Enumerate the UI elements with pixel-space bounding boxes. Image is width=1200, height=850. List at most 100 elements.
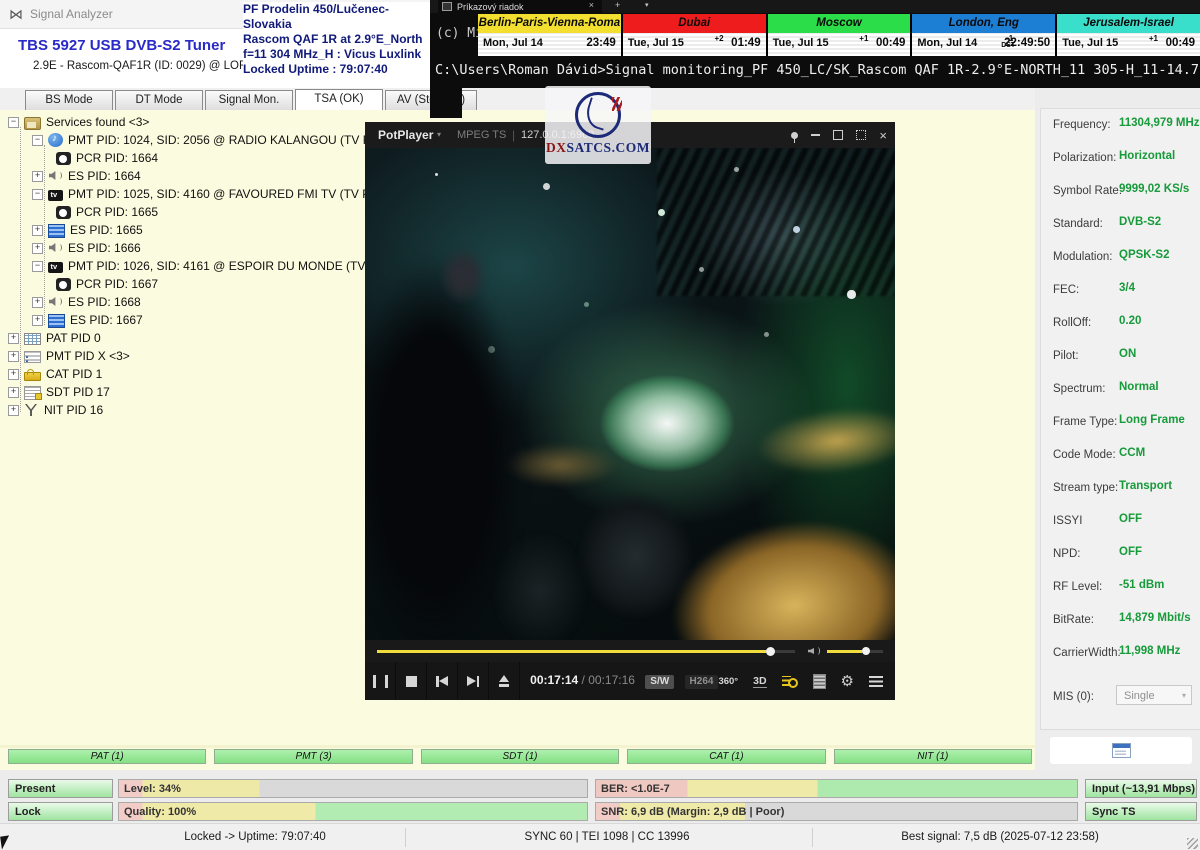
tree-toggle[interactable]: − xyxy=(8,117,19,128)
pcr-clock-icon xyxy=(56,206,71,219)
stream-format: MPEG TS xyxy=(457,129,506,141)
playlist-search-icon[interactable] xyxy=(782,675,798,688)
tree-item-nit[interactable]: + NIT PID 16 xyxy=(8,401,360,419)
close-icon[interactable]: × xyxy=(879,129,887,142)
tab-signal-mon[interactable]: Signal Mon. xyxy=(205,90,293,111)
fullscreen-icon[interactable] xyxy=(856,130,866,140)
tree-item-pmt-1026[interactable]: − PMT PID: 1026, SID: 4161 @ ESPOIR DU M… xyxy=(8,257,360,275)
tree-item-pcr-1667[interactable]: PCR PID: 1667 xyxy=(8,275,360,293)
logo-text: DXSATCS.COM xyxy=(545,140,651,156)
window-title: Signal Analyzer xyxy=(30,7,113,21)
tree-item-sdt[interactable]: + SDT PID 17 xyxy=(8,383,360,401)
eject-icon xyxy=(498,675,510,687)
annotation-note: PF Prodelin 450/Lučenec-Slovakia Rascom … xyxy=(243,2,433,77)
eject-button[interactable] xyxy=(489,662,520,700)
restore-icon[interactable] xyxy=(833,130,843,140)
tree-item-pmt-x[interactable]: + PMT PID X <3> xyxy=(8,347,360,365)
gear-icon[interactable]: ⚙ xyxy=(841,674,854,689)
cat-bar: CAT (1) xyxy=(627,749,825,764)
audio-stream-icon xyxy=(48,241,63,255)
bitrate-value: 14,879 Mbit/s xyxy=(1119,612,1191,624)
terminal-copyright-line: (c) Mi xyxy=(436,26,483,41)
tree-item-es-1665[interactable]: + ES PID: 1665 xyxy=(8,221,360,239)
clock-dubai: Dubai Tue, Jul 15 +2 01:49 xyxy=(623,14,766,56)
potplayer-window: PotPlayer ▾ MPEG TS | 127.0.0.1:6969 × xyxy=(365,122,895,700)
tree-item-es-1668[interactable]: + ES PID: 1668 xyxy=(8,293,360,311)
video-frame-concert[interactable] xyxy=(365,148,895,640)
tab-close-icon[interactable]: × xyxy=(589,0,594,10)
tree-item-cat[interactable]: + CAT PID 1 xyxy=(8,365,360,383)
tree-toggle[interactable]: + xyxy=(8,405,19,416)
view-3d-button[interactable]: 3D xyxy=(753,675,766,688)
tree-toggle[interactable]: − xyxy=(32,261,43,272)
spectrum-value: Normal xyxy=(1119,381,1159,393)
stream-type-value: Transport xyxy=(1119,480,1172,492)
terminal-tab[interactable]: Príkazový riadok × xyxy=(438,0,602,13)
tree-item-es-1666[interactable]: + ES PID: 1666 xyxy=(8,239,360,257)
tree-toggle[interactable]: − xyxy=(32,189,43,200)
tree-item-pcr-1664[interactable]: PCR PID: 1664 xyxy=(8,149,360,167)
tree-toggle[interactable]: + xyxy=(32,243,43,254)
note-line: Rascom QAF 1R at 2.9°E_North xyxy=(243,32,433,47)
terminal-tab-title: Príkazový riadok xyxy=(457,2,524,12)
tree-item-pmt-1024[interactable]: − PMT PID: 1024, SID: 2056 @ RADIO KALAN… xyxy=(8,131,360,149)
tree-item-services-root[interactable]: − Services found <3> xyxy=(8,113,360,131)
services-tree: − Services found <3> − PMT PID: 1024, SI… xyxy=(8,113,360,419)
resize-grip[interactable] xyxy=(1187,838,1198,849)
psi-bars: PAT (1) PMT (3) SDT (1) CAT (1) NIT (1) xyxy=(8,749,1032,764)
clock-jerusalem: Jerusalem-Israel Tue, Jul 15 +1 00:49 xyxy=(1057,14,1200,56)
tree-toggle[interactable]: + xyxy=(8,333,19,344)
pcr-clock-icon xyxy=(56,152,71,165)
tree-toggle[interactable]: + xyxy=(32,297,43,308)
tree-toggle[interactable]: + xyxy=(8,369,19,380)
seek-handle[interactable] xyxy=(766,647,775,656)
seek-bar[interactable] xyxy=(377,650,795,653)
tree-item-pat[interactable]: + PAT PID 0 xyxy=(8,329,360,347)
tree-toggle[interactable]: + xyxy=(32,315,43,326)
tree-item-es-1667[interactable]: + ES PID: 1667 xyxy=(8,311,360,329)
tree-item-pmt-1025[interactable]: − PMT PID: 1025, SID: 4160 @ FAVOURED FM… xyxy=(8,185,360,203)
tab-dt-mode[interactable]: DT Mode xyxy=(115,90,203,111)
next-button[interactable] xyxy=(458,662,489,700)
tab-dropdown-icon[interactable]: ▾ xyxy=(645,1,649,9)
statusbar: Locked -> Uptime: 79:07:40 SYNC 60 | TEI… xyxy=(0,823,1200,850)
tree-toggle[interactable]: + xyxy=(8,351,19,362)
tab-bs-mode[interactable]: BS Mode xyxy=(25,90,113,111)
nit-bar: NIT (1) xyxy=(834,749,1032,764)
tree-item-es-1664[interactable]: + ES PID: 1664 xyxy=(8,167,360,185)
mis-dropdown[interactable]: Single▾ xyxy=(1116,685,1192,705)
tree-toggle[interactable]: + xyxy=(32,171,43,182)
previous-button[interactable] xyxy=(427,662,458,700)
window-button[interactable] xyxy=(1050,737,1192,764)
minimize-icon[interactable] xyxy=(811,134,820,136)
player-app-name[interactable]: PotPlayer xyxy=(378,128,433,142)
volume-icon[interactable] xyxy=(808,646,820,656)
tree-toggle[interactable]: + xyxy=(8,387,19,398)
next-icon xyxy=(467,676,479,687)
audio-stream-icon xyxy=(48,169,63,183)
video-stream-icon xyxy=(48,224,65,238)
tree-item-pcr-1665[interactable]: PCR PID: 1665 xyxy=(8,203,360,221)
terminal-prompt-line[interactable]: C:\Users\Roman Dávid>Signal monitoring_P… xyxy=(435,62,1200,78)
satellite-dish-emblem-icon xyxy=(575,92,621,138)
note-line: Locked Uptime : 79:07:40 xyxy=(243,62,433,77)
stop-button[interactable] xyxy=(396,662,427,700)
volume-slider[interactable] xyxy=(827,650,883,653)
new-tab-icon[interactable]: + xyxy=(615,0,620,10)
tree-toggle[interactable]: + xyxy=(32,225,43,236)
tab-tsa[interactable]: TSA (OK) xyxy=(295,89,383,112)
statusbar-sync-counters: SYNC 60 | TEI 1098 | CC 13996 xyxy=(525,831,690,843)
modulation-value: QPSK-S2 xyxy=(1119,249,1170,261)
pause-button[interactable] xyxy=(365,662,396,700)
terminal-tabbar: Príkazový riadok × + ▾ xyxy=(430,0,1200,13)
tree-toggle[interactable]: − xyxy=(32,135,43,146)
headphones xyxy=(439,246,487,305)
playlist-icon[interactable] xyxy=(813,674,826,689)
pin-icon[interactable] xyxy=(791,132,798,139)
chevron-down-icon[interactable]: ▾ xyxy=(437,130,441,139)
view-360-button[interactable]: 360° xyxy=(718,676,738,687)
note-line: PF Prodelin 450/Lučenec-Slovakia xyxy=(243,2,433,32)
chevron-down-icon: ▾ xyxy=(1182,686,1186,706)
volume-handle[interactable] xyxy=(862,647,870,655)
hamburger-menu-icon[interactable] xyxy=(869,676,883,687)
